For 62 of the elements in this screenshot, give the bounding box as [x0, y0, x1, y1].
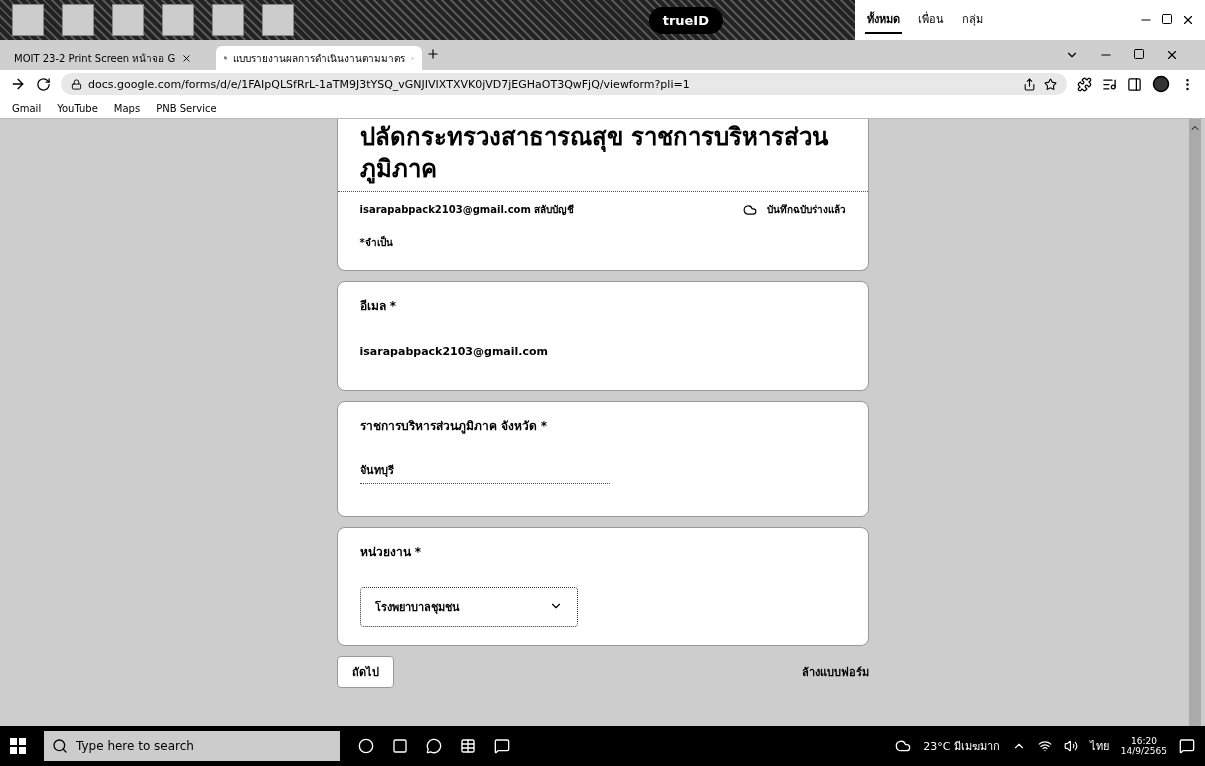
desktop-file-icon[interactable]	[12, 4, 44, 36]
bookmark-link[interactable]: PNB Service	[156, 102, 217, 114]
account-text: isarapabpack2103@gmail.com สลับบัญชี	[359, 203, 575, 217]
browser-tab[interactable]: แบบรายงานผลการดำเนินงานตามมาตร	[216, 46, 422, 70]
chat-tab[interactable]: กลุ่ม	[960, 6, 985, 34]
chat-tab[interactable]: เพื่อน	[916, 6, 946, 34]
notification-icon	[1179, 738, 1195, 754]
answer-text: isarapabpack2103@gmail.com	[359, 345, 550, 358]
chat-tab[interactable]: ทั้งหมด	[865, 6, 902, 34]
lock-icon	[71, 78, 82, 90]
bookmark-link[interactable]: Gmail	[12, 102, 42, 114]
media-icon	[1102, 76, 1117, 92]
line-app-icon	[494, 738, 510, 754]
maximize-icon	[1133, 48, 1145, 60]
chat-icon	[426, 738, 442, 754]
taskbar-search[interactable]: Type here to search	[44, 731, 340, 761]
profile-avatar[interactable]	[1152, 75, 1170, 93]
question-label: อีเมล *	[359, 298, 397, 315]
panel-icon	[1127, 76, 1142, 92]
desktop-file-icon[interactable]	[262, 4, 294, 36]
clock-date: 14/9/2565	[1120, 746, 1167, 756]
close-icon	[1181, 13, 1195, 27]
question-label: หน่วยงาน *	[359, 544, 422, 561]
new-tab-icon	[426, 46, 440, 61]
scrollbar[interactable]	[1189, 119, 1201, 726]
form-title: ภูมิภาค	[358, 154, 438, 185]
network-icon	[1037, 739, 1052, 753]
maximize-icon	[1161, 13, 1173, 25]
volume-icon	[1063, 739, 1078, 753]
share-icon	[1023, 77, 1036, 91]
desktop-file-icon[interactable]	[112, 4, 144, 36]
desktop-file-icon[interactable]	[62, 4, 94, 36]
weather-icon	[895, 738, 912, 754]
close-icon	[181, 52, 193, 64]
required-note: *จำเป็น	[359, 237, 393, 248]
address-bar[interactable]: docs.google.com/forms/d/e/1FAIpQLSfRrL-1aTM9J3tYSQ_vGNJIVIXTXVK0jVD7jEGHaOT3QwFjQ/viewform?pli=1	[61, 73, 1067, 95]
clock-time: 16:20	[1130, 736, 1157, 746]
answer-field[interactable]: จันทบุรี	[359, 461, 610, 484]
forward-icon	[10, 76, 26, 92]
task-view-icon	[392, 738, 408, 754]
reload-icon	[36, 76, 51, 92]
star-icon	[1044, 77, 1057, 91]
close-icon	[1165, 48, 1179, 62]
question-label: ราชการบริหารส่วนภูมิภาค จังหวัด *	[359, 418, 549, 435]
search-icon	[52, 738, 68, 754]
desktop-file-icon[interactable]	[212, 4, 244, 36]
desktop-file-icon[interactable]	[162, 4, 194, 36]
browser-tab[interactable]: MOIT 23-2 Print Screen หน้าจอ G	[6, 46, 212, 70]
bookmark-link[interactable]: Maps	[113, 102, 141, 114]
form-title: ปลัดกระทรวงสาธารณสุข ราชการบริหารส่วน	[358, 122, 830, 153]
weather-text: 23°C มีเมฆมาก	[923, 739, 1000, 755]
clear-form-link[interactable]: ล้างแบบฟอร์ม	[801, 663, 869, 681]
windows-start-icon[interactable]	[10, 738, 26, 754]
logo: trueID	[648, 6, 723, 34]
app-icon	[460, 738, 476, 754]
cloud-icon	[742, 202, 757, 217]
next-button[interactable]: ถัดไป	[336, 656, 394, 688]
cortana-icon	[358, 738, 374, 754]
language-indicator[interactable]: ไทย	[1089, 737, 1109, 755]
bookmark-link[interactable]: YouTube	[57, 102, 98, 114]
draft-status: บันทึกฉบับร่างแล้ว	[766, 203, 846, 217]
puzzle-icon	[1077, 76, 1092, 92]
